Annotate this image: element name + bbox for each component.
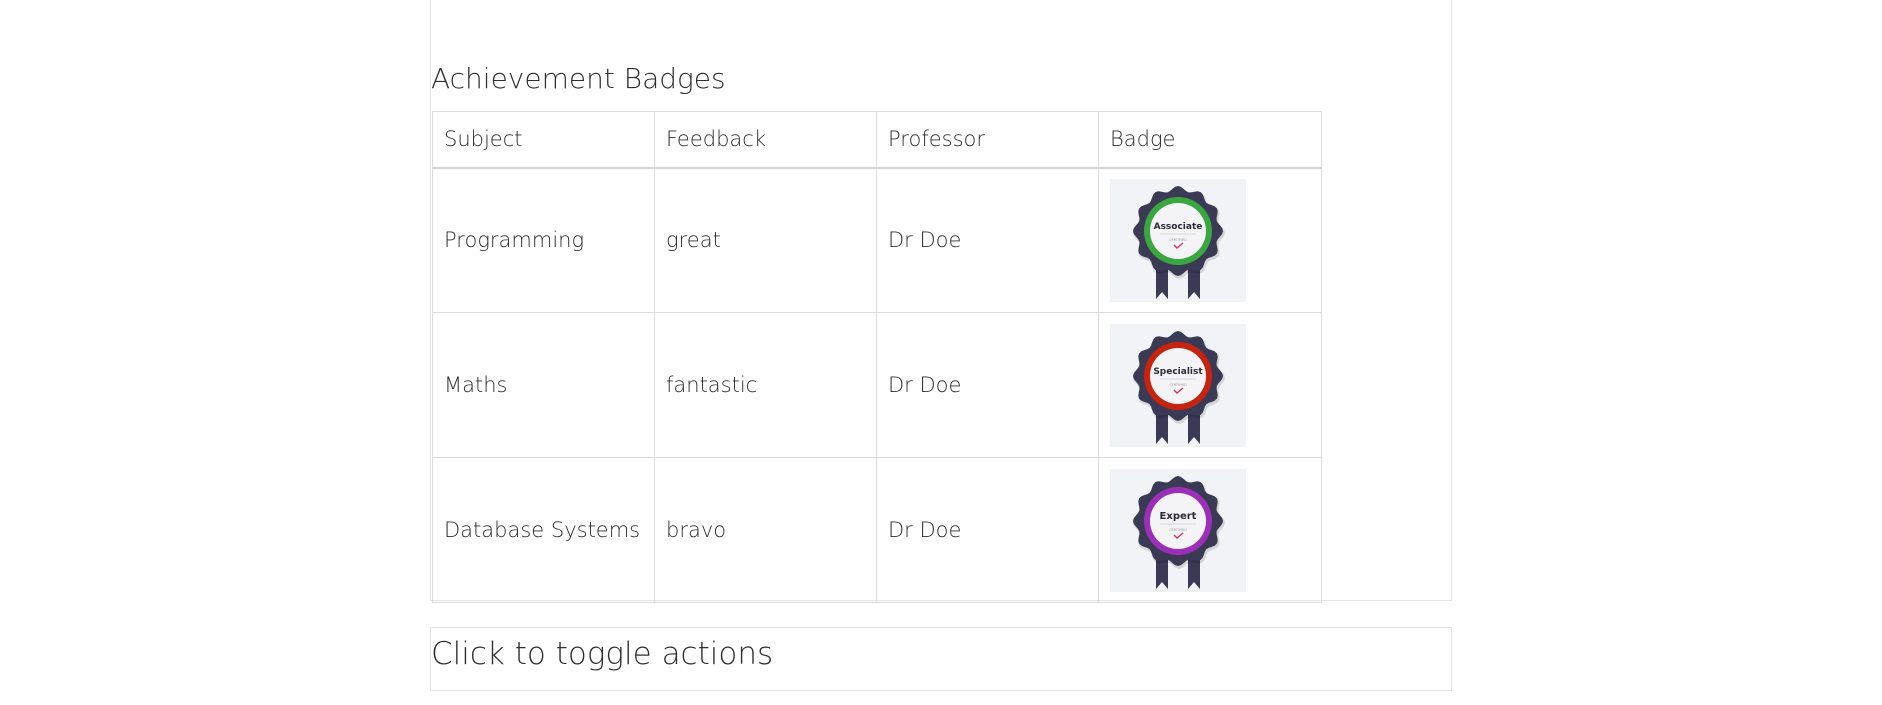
feedback-cell: great (654, 167, 877, 313)
toggle-actions-panel[interactable]: Click to toggle actions (430, 627, 1452, 691)
table-row: Database Systems bravo Dr Doe Expert CERT… (432, 457, 1322, 603)
subject-cell: Programming (432, 167, 655, 313)
column-header-feedback: Feedback (654, 111, 877, 169)
subject-cell: Maths (432, 312, 655, 458)
professor-cell: Dr Doe (876, 312, 1099, 458)
subject-cell: Database Systems (432, 457, 655, 603)
badge-cell: Specialist CERTIFIED (1098, 312, 1322, 458)
expert-badge-image: Expert CERTIFIED (1110, 468, 1246, 592)
achievement-badges-table: Subject Feedback Professor Badge Program… (432, 111, 1322, 603)
svg-text:CERTIFIED: CERTIFIED (1169, 238, 1187, 242)
svg-text:CERTIFIED: CERTIFIED (1169, 528, 1187, 532)
column-header-subject: Subject (432, 111, 655, 169)
svg-text:Associate: Associate (1154, 222, 1203, 232)
feedback-cell: bravo (654, 457, 877, 603)
feedback-cell: fantastic (654, 312, 877, 458)
column-header-professor: Professor (876, 111, 1099, 169)
table-row: Programming great Dr Doe Associate CERTIF… (432, 167, 1322, 313)
badge-cell: Expert CERTIFIED (1098, 457, 1322, 603)
table-header-row: Subject Feedback Professor Badge (432, 111, 1322, 169)
table-row: Maths fantastic Dr Doe Specialist CERTIFI… (432, 312, 1322, 458)
professor-cell: Dr Doe (876, 167, 1099, 313)
page: Achievement Badges Subject Feedback Prof… (0, 0, 1882, 705)
specialist-badge-image: Specialist CERTIFIED (1110, 323, 1246, 447)
section-title: Achievement Badges (431, 62, 726, 95)
toggle-actions-label[interactable]: Click to toggle actions (431, 632, 773, 676)
achievements-card: Achievement Badges Subject Feedback Prof… (430, 0, 1452, 603)
associate-badge-image: Associate CERTIFIED (1110, 178, 1246, 302)
badge-cell: Associate CERTIFIED (1098, 167, 1322, 313)
svg-text:CERTIFIED: CERTIFIED (1169, 383, 1187, 387)
professor-cell: Dr Doe (876, 457, 1099, 603)
column-header-badge: Badge (1098, 111, 1322, 169)
svg-text:Expert: Expert (1160, 511, 1197, 522)
svg-text:Specialist: Specialist (1153, 367, 1203, 377)
